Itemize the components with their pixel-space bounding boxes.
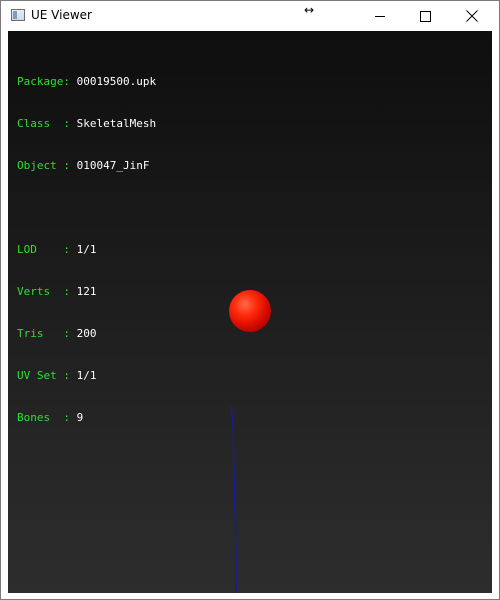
app-window-icon: [11, 9, 25, 21]
title-bar[interactable]: UE Viewer ↔: [1, 1, 499, 31]
window-title: UE Viewer: [31, 8, 92, 22]
bone-line: [230, 405, 237, 593]
resize-cursor-icon: ↔: [304, 3, 315, 17]
ue-viewer-window: UE Viewer ↔ Package: 00019500.upk Class …: [0, 0, 500, 600]
maximize-button[interactable]: [403, 1, 449, 31]
close-button[interactable]: [449, 1, 495, 31]
3d-viewport[interactable]: Package: 00019500.upk Class : SkeletalMe…: [8, 31, 492, 593]
desktop: t 4 c - t c t c - t c b t t t t t t t t …: [0, 0, 500, 600]
minimize-button[interactable]: [357, 1, 403, 31]
close-icon: [466, 10, 478, 22]
